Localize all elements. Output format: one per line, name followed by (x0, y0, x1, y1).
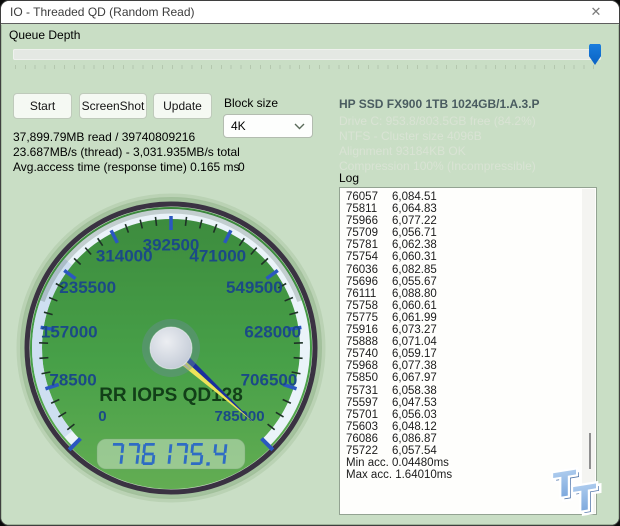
block-size-label: Block size (224, 96, 278, 110)
start-button[interactable]: Start (13, 93, 72, 119)
screenshot-stage: IO - Threaded QD (Random Read) ✕ Queue D… (0, 0, 620, 526)
app-window: IO - Threaded QD (Random Read) ✕ Queue D… (0, 0, 620, 526)
log-label: Log (339, 171, 359, 185)
block-size-dropdown[interactable]: 4K (223, 114, 313, 138)
log-row: 756036,048.12 (346, 421, 596, 433)
log-row: 760866,086.87 (346, 433, 596, 445)
log-row: 757406,059.17 (346, 348, 596, 360)
svg-text:78500: 78500 (49, 370, 96, 389)
log-row: 761116,088.80 (346, 288, 596, 300)
update-button[interactable]: Update (153, 93, 212, 119)
svg-text:471000: 471000 (189, 247, 246, 266)
title-bar: IO - Threaded QD (Random Read) ✕ (1, 1, 619, 24)
queue-depth-slider-ticks (15, 65, 600, 69)
svg-text:235500: 235500 (59, 278, 116, 297)
log-row: 760576,084.51 (346, 191, 596, 203)
block-size-value: 4K (231, 119, 294, 133)
tweaktown-logo-icon: TTTTTT (547, 453, 609, 525)
screenshot-button[interactable]: ScreenShot (79, 93, 147, 119)
log-row: 758116,064.83 (346, 203, 596, 215)
chevron-down-icon (294, 123, 305, 130)
queue-depth-slider-track[interactable] (13, 49, 601, 60)
log-row: 757096,056.71 (346, 227, 596, 239)
stat-read-total: 37,899.79MB read / 39740809216 (13, 130, 195, 144)
drive-detail-line: Alignment 93184KB OK (339, 144, 466, 158)
log-row: 759166,073.27 (346, 324, 596, 336)
log-row: 760366,082.85 (346, 264, 596, 276)
stat-throughput: 23.687MB/s (thread) - 3,031.935MB/s tota… (13, 145, 240, 159)
drive-detail-line: NTFS - Cluster size 4096B (339, 129, 482, 143)
log-row: 756966,055.67 (346, 276, 596, 288)
stat-access-time: Avg.access time (response time) 0.165 ms (13, 160, 240, 174)
log-row: 757586,060.61 (346, 300, 596, 312)
log-rows: 760576,084.51758116,064.83759666,077.227… (346, 191, 596, 481)
svg-text:628000: 628000 (244, 322, 301, 341)
queue-depth-slider-thumb[interactable] (589, 44, 601, 65)
svg-text:157000: 157000 (41, 322, 98, 341)
drive-model-label: HP SSD FX900 1TB 1024GB/1.A.3.P (339, 97, 540, 111)
queue-depth-label: Queue Depth (9, 28, 80, 42)
window-content: Queue Depth Start ScreenShot Update Bloc… (1, 25, 619, 525)
drive-detail-line: Drive C: 953.8/803.5GB free (84.2%) (339, 114, 536, 128)
log-row: 757546,060.31 (346, 251, 596, 263)
svg-text:549500: 549500 (226, 278, 283, 297)
log-row: 755976,047.53 (346, 397, 596, 409)
svg-text:0: 0 (98, 408, 106, 425)
log-row: 757316,058.38 (346, 385, 596, 397)
log-row: 758506,067.97 (346, 372, 596, 384)
close-icon[interactable]: ✕ (581, 1, 611, 23)
svg-text:T: T (573, 477, 597, 521)
drive-detail-line: Compression 100% (Incompressible) (339, 159, 536, 173)
log-row: 757816,062.38 (346, 239, 596, 251)
log-row: 757756,061.99 (346, 312, 596, 324)
stat-extra-value: 0 (238, 160, 245, 174)
log-row: 759666,077.22 (346, 215, 596, 227)
log-row: 757016,056.03 (346, 409, 596, 421)
log-row: 758886,071.04 (346, 336, 596, 348)
window-title: IO - Threaded QD (Random Read) (10, 5, 195, 19)
svg-text:706500: 706500 (241, 370, 298, 389)
log-row: 759686,077.38 (346, 360, 596, 372)
iops-gauge: 0785001570002355003140003925004710005495… (11, 188, 331, 508)
